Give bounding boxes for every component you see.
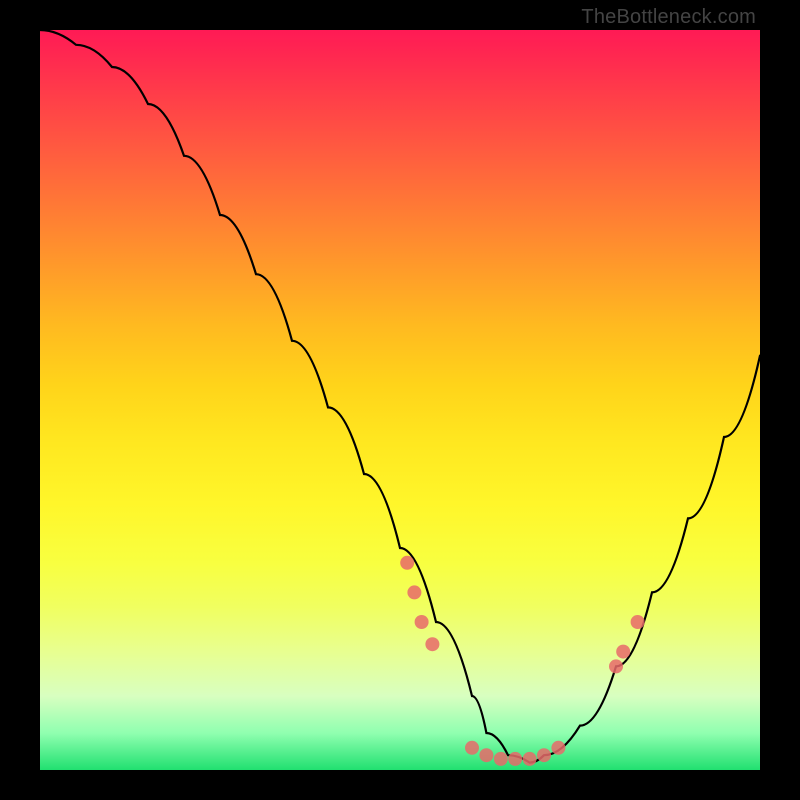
data-point bbox=[508, 752, 522, 766]
data-point bbox=[523, 752, 537, 766]
data-point bbox=[494, 752, 508, 766]
watermark-text: TheBottleneck.com bbox=[581, 6, 756, 29]
data-point bbox=[479, 748, 493, 762]
bottleneck-curve bbox=[40, 30, 760, 763]
data-point bbox=[616, 645, 630, 659]
highlighted-dots bbox=[400, 556, 644, 766]
data-point bbox=[425, 637, 439, 651]
chart-frame: TheBottleneck.com bbox=[0, 0, 800, 800]
data-point bbox=[609, 659, 623, 673]
data-point bbox=[407, 585, 421, 599]
data-point bbox=[415, 615, 429, 629]
data-point bbox=[465, 741, 479, 755]
chart-svg bbox=[40, 30, 760, 770]
data-point bbox=[631, 615, 645, 629]
data-point bbox=[400, 556, 414, 570]
data-point bbox=[551, 741, 565, 755]
plot-area bbox=[40, 30, 760, 770]
data-point bbox=[537, 748, 551, 762]
